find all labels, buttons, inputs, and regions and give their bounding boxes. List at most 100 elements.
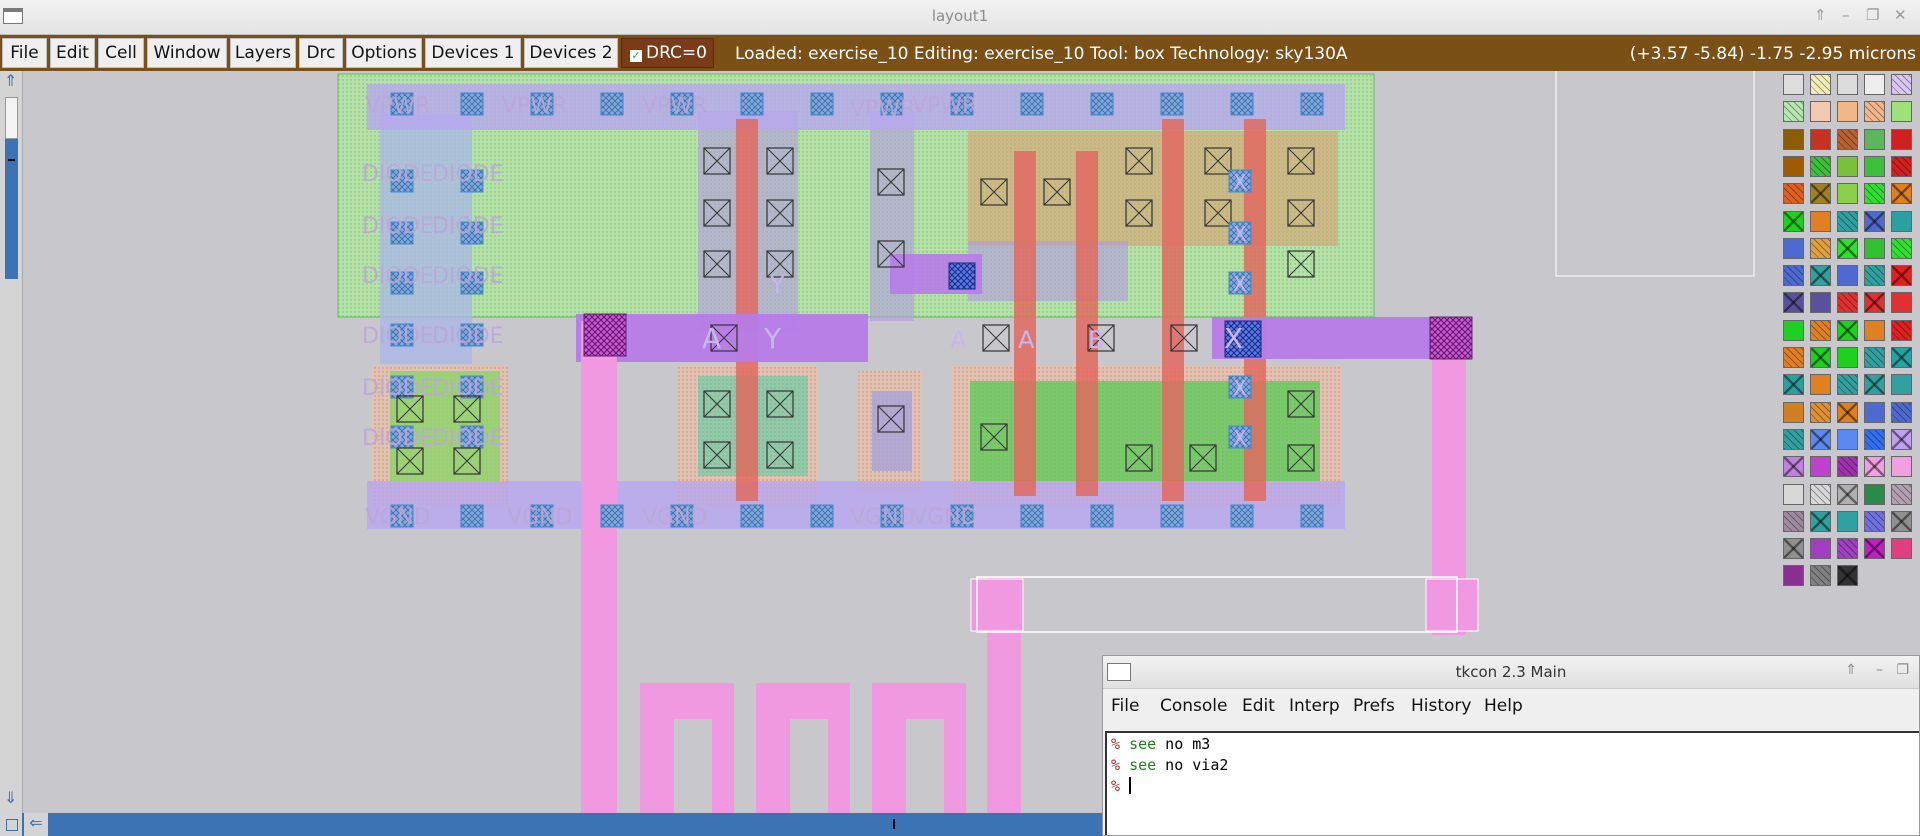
layer-swatch-icon[interactable] [1783,347,1804,368]
scroll-down-icon[interactable]: ⇓ [4,788,17,807]
layer-swatch-icon[interactable] [1783,483,1804,505]
layer-swatch-icon[interactable] [1891,538,1912,560]
layer-swatch-icon[interactable] [1783,155,1804,177]
layer-swatch-icon[interactable] [1864,428,1885,450]
layer-swatch-icon[interactable] [1864,101,1885,123]
layer-swatch-icon[interactable] [1891,101,1912,123]
layer-swatch-icon[interactable] [1864,374,1885,396]
menu-devices-1[interactable]: Devices 1 [425,38,521,68]
layer-swatch-icon[interactable] [1837,374,1858,396]
layer-swatch-icon[interactable] [1783,292,1804,314]
layer-swatch-icon[interactable] [1783,456,1804,478]
layer-swatch-icon[interactable] [1837,538,1858,560]
close-button[interactable]: ✕ [1894,6,1907,24]
layer-swatch-icon[interactable] [1891,456,1912,478]
layer-swatch-icon[interactable] [1837,456,1858,478]
layer-swatch-icon[interactable] [1864,210,1885,232]
minimize-button[interactable]: – [1842,6,1850,24]
layer-swatch-icon[interactable] [1783,265,1804,287]
layer-swatch-icon[interactable] [1837,265,1858,287]
layer-swatch-icon[interactable] [1810,128,1831,150]
layer-swatch-icon[interactable] [1810,510,1831,532]
layer-swatch-icon[interactable] [1837,237,1858,259]
menu-options[interactable]: Options [346,38,422,68]
layer-swatch-icon[interactable] [1810,347,1831,368]
layer-swatch-icon[interactable] [1810,538,1831,560]
layer-swatch-icon[interactable] [1864,319,1885,341]
menu-drc[interactable]: Drc [299,38,343,68]
layer-swatch-icon[interactable] [1837,292,1858,314]
menu-edit[interactable]: Edit [50,38,95,68]
layer-swatch-icon[interactable] [1891,74,1912,95]
layer-swatch-icon[interactable] [1864,74,1885,95]
layer-swatch-icon[interactable] [1891,347,1912,368]
layer-swatch-icon[interactable] [1891,265,1912,287]
layer-swatch-icon[interactable] [1891,319,1912,341]
tkcon-menu-file[interactable]: File [1111,696,1139,716]
layer-swatch-icon[interactable] [1783,565,1804,587]
tkcon-shade-button[interactable]: ⇑ [1845,662,1857,678]
layer-swatch-icon[interactable] [1810,319,1831,341]
layer-swatch-icon[interactable] [1837,128,1858,150]
layer-swatch-icon[interactable] [1783,210,1804,232]
layer-swatch-icon[interactable] [1783,319,1804,341]
layer-swatch-icon[interactable] [1891,237,1912,259]
layer-swatch-icon[interactable] [1783,237,1804,259]
selection-box[interactable] [976,576,1458,633]
scroll-up-icon[interactable]: ⇑ [4,71,17,90]
menu-devices-2[interactable]: Devices 2 [524,38,618,68]
layer-swatch-icon[interactable] [1891,128,1912,150]
tkcon-menu-console[interactable]: Console [1160,696,1228,716]
menu-cell[interactable]: Cell [98,38,144,68]
console-prompt-line[interactable]: % [1111,777,1132,795]
layer-swatch-icon[interactable] [1891,428,1912,450]
layer-swatch-icon[interactable] [1810,483,1831,505]
layer-swatch-icon[interactable] [1810,565,1831,587]
layer-swatch-icon[interactable] [1864,483,1885,505]
scroll-thumb[interactable] [5,139,18,279]
layer-swatch-icon[interactable] [1891,183,1912,205]
shade-button[interactable]: ⇑ [1814,6,1827,24]
layer-swatch-icon[interactable] [1864,401,1885,423]
layer-swatch-icon[interactable] [1891,155,1912,177]
layer-swatch-icon[interactable] [1837,210,1858,232]
layer-swatch-icon[interactable] [1783,183,1804,205]
layer-swatch-icon[interactable] [1837,101,1858,123]
tkcon-minimize-button[interactable]: – [1876,662,1883,678]
tkcon-menu-edit[interactable]: Edit [1242,696,1275,716]
layer-swatch-icon[interactable] [1891,401,1912,423]
layer-swatch-icon[interactable] [1864,155,1885,177]
scroll-left-icon[interactable]: ⇐ [24,813,48,836]
layer-swatch-icon[interactable] [1810,210,1831,232]
zoom-box-icon[interactable] [0,813,22,836]
layer-swatch-icon[interactable] [1837,510,1858,532]
layer-swatch-icon[interactable] [1810,183,1831,205]
layer-swatch-icon[interactable] [1783,401,1804,423]
drc-toggle[interactable]: ✓ DRC=0 [621,38,714,68]
layer-swatch-icon[interactable] [1783,510,1804,532]
layer-swatch-icon[interactable] [1837,401,1858,423]
layer-swatch-icon[interactable] [1864,292,1885,314]
layer-swatch-icon[interactable] [1864,237,1885,259]
layer-swatch-icon[interactable] [1810,456,1831,478]
layer-swatch-icon[interactable] [1810,237,1831,259]
layer-swatch-icon[interactable] [1783,128,1804,150]
layer-swatch-icon[interactable] [1783,74,1804,95]
layer-swatch-icon[interactable] [1891,210,1912,232]
layer-swatch-icon[interactable] [1864,347,1885,368]
tkcon-terminal[interactable]: % see no m3 % see no via2 % [1105,731,1919,835]
menu-layers[interactable]: Layers [230,38,296,68]
menu-window[interactable]: Window [147,38,227,68]
layer-swatch-icon[interactable] [1891,292,1912,314]
layer-swatch-icon[interactable] [1783,101,1804,123]
layer-swatch-icon[interactable] [1837,74,1858,95]
layer-swatch-icon[interactable] [1864,538,1885,560]
layer-swatch-icon[interactable] [1837,347,1858,368]
layer-swatch-icon[interactable] [1783,538,1804,560]
layer-swatch-icon[interactable] [1810,74,1831,95]
layer-swatch-icon[interactable] [1837,319,1858,341]
tkcon-menu-interp[interactable]: Interp [1289,696,1340,716]
layer-swatch-icon[interactable] [1864,183,1885,205]
layer-swatch-icon[interactable] [1837,428,1858,450]
layer-swatch-icon[interactable] [1891,510,1912,532]
